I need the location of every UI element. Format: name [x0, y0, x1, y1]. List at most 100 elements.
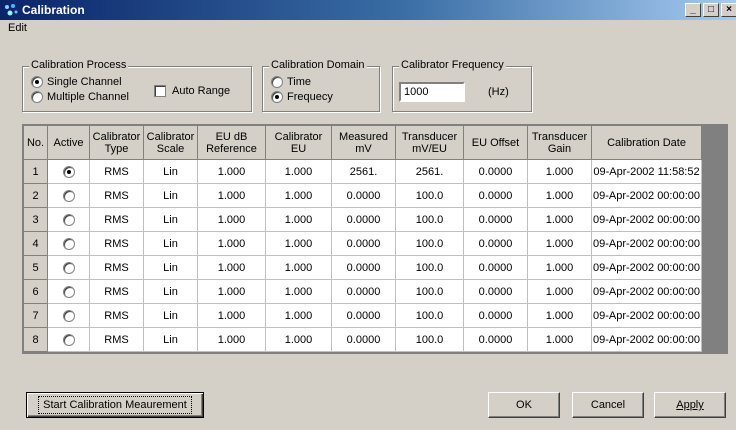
- calibrator-eu-cell[interactable]: 1.000: [265, 159, 332, 184]
- eu-offset-cell[interactable]: 0.0000: [463, 231, 528, 256]
- calibration-date-cell[interactable]: 09-Apr-2002 00:00:00: [591, 207, 702, 232]
- transducer-mv-eu-cell[interactable]: 100.0: [395, 231, 464, 256]
- transducer-mv-eu-cell[interactable]: 100.0: [395, 303, 464, 328]
- transducer-mv-eu-cell[interactable]: 100.0: [395, 279, 464, 304]
- calibration-date-cell[interactable]: 09-Apr-2002 00:00:00: [591, 183, 702, 208]
- active-radio-button[interactable]: [62, 261, 75, 274]
- calibrator-scale-cell[interactable]: Lin: [143, 255, 198, 280]
- transducer-gain-cell[interactable]: 1.000: [527, 183, 592, 208]
- transducer-mv-eu-cell[interactable]: 100.0: [395, 207, 464, 232]
- active-radio[interactable]: [47, 327, 90, 352]
- multiple-channel-option[interactable]: Multiple Channel: [31, 90, 129, 104]
- active-radio-button[interactable]: [62, 333, 75, 346]
- eu-offset-cell[interactable]: 0.0000: [463, 279, 528, 304]
- eu-db-reference-cell[interactable]: 1.000: [197, 279, 266, 304]
- measured-mv-cell[interactable]: 0.0000: [331, 207, 396, 232]
- active-radio-button[interactable]: [62, 237, 75, 250]
- transducer-gain-cell[interactable]: 1.000: [527, 159, 592, 184]
- transducer-gain-cell[interactable]: 1.000: [527, 231, 592, 256]
- active-radio[interactable]: [47, 183, 90, 208]
- eu-offset-cell[interactable]: 0.0000: [463, 255, 528, 280]
- eu-db-reference-cell[interactable]: 1.000: [197, 183, 266, 208]
- measured-mv-cell[interactable]: 0.0000: [331, 303, 396, 328]
- calibration-grid[interactable]: No. Active Calibrator Type Calibrator Scale…: [22, 124, 728, 354]
- calibrator-type-cell[interactable]: RMS: [89, 207, 144, 232]
- table-row[interactable]: 5 RMS Lin 1.000 1.000 0.0000 100.0 0.0000 1.000 0…: [23, 255, 702, 280]
- calibration-date-cell[interactable]: 09-Apr-2002 00:00:00: [591, 255, 702, 280]
- calibrator-eu-cell[interactable]: 1.000: [265, 231, 332, 256]
- eu-db-reference-cell[interactable]: 1.000: [197, 255, 266, 280]
- table-row[interactable]: 2 RMS Lin 1.000 1.000 0.0000 100.0 0.0000 1.000 0…: [23, 183, 702, 208]
- maximize-button[interactable]: □: [703, 3, 719, 17]
- calibrator-type-cell[interactable]: RMS: [89, 231, 144, 256]
- calibration-date-cell[interactable]: 09-Apr-2002 00:00:00: [591, 327, 702, 352]
- active-radio-button[interactable]: [62, 285, 75, 298]
- active-radio[interactable]: [47, 255, 90, 280]
- calibrator-scale-cell[interactable]: Lin: [143, 231, 198, 256]
- active-radio[interactable]: [47, 159, 90, 184]
- measured-mv-cell[interactable]: 0.0000: [331, 279, 396, 304]
- transducer-mv-eu-cell[interactable]: 100.0: [395, 327, 464, 352]
- minimize-button[interactable]: _: [685, 3, 701, 17]
- calibrator-scale-cell[interactable]: Lin: [143, 279, 198, 304]
- transducer-gain-cell[interactable]: 1.000: [527, 255, 592, 280]
- time-radio[interactable]: [271, 76, 283, 88]
- single-channel-radio[interactable]: [31, 76, 43, 88]
- table-row[interactable]: 4 RMS Lin 1.000 1.000 0.0000 100.0 0.0000 1.000 0…: [23, 231, 702, 256]
- calibrator-eu-cell[interactable]: 1.000: [265, 255, 332, 280]
- calibrator-type-cell[interactable]: RMS: [89, 303, 144, 328]
- calibrator-eu-cell[interactable]: 1.000: [265, 303, 332, 328]
- active-radio-button[interactable]: [62, 189, 75, 202]
- transducer-gain-cell[interactable]: 1.000: [527, 279, 592, 304]
- calibrator-eu-cell[interactable]: 1.000: [265, 279, 332, 304]
- calibrator-scale-cell[interactable]: Lin: [143, 303, 198, 328]
- active-radio-button[interactable]: [62, 309, 75, 322]
- transducer-gain-cell[interactable]: 1.000: [527, 207, 592, 232]
- eu-offset-cell[interactable]: 0.0000: [463, 327, 528, 352]
- calibrator-type-cell[interactable]: RMS: [89, 159, 144, 184]
- calibrator-eu-cell[interactable]: 1.000: [265, 327, 332, 352]
- calibrator-scale-cell[interactable]: Lin: [143, 207, 198, 232]
- multiple-channel-radio[interactable]: [31, 91, 43, 103]
- calibrator-scale-cell[interactable]: Lin: [143, 327, 198, 352]
- calibrator-type-cell[interactable]: RMS: [89, 255, 144, 280]
- eu-offset-cell[interactable]: 0.0000: [463, 159, 528, 184]
- active-radio-button[interactable]: [62, 213, 75, 226]
- calibrator-scale-cell[interactable]: Lin: [143, 183, 198, 208]
- transducer-gain-cell[interactable]: 1.000: [527, 303, 592, 328]
- calibration-date-cell[interactable]: 09-Apr-2002 00:00:00: [591, 303, 702, 328]
- measured-mv-cell[interactable]: 0.0000: [331, 231, 396, 256]
- frequency-option[interactable]: Frequecy: [271, 90, 333, 104]
- calibration-date-cell[interactable]: 09-Apr-2002 11:58:52: [591, 159, 702, 184]
- table-row[interactable]: 8 RMS Lin 1.000 1.000 0.0000 100.0 0.0000 1.000 0…: [23, 327, 702, 352]
- frequency-input[interactable]: 1000: [399, 82, 465, 102]
- auto-range-checkbox[interactable]: [154, 85, 166, 97]
- active-radio[interactable]: [47, 279, 90, 304]
- cancel-button[interactable]: Cancel: [572, 392, 644, 418]
- calibrator-eu-cell[interactable]: 1.000: [265, 183, 332, 208]
- eu-offset-cell[interactable]: 0.0000: [463, 303, 528, 328]
- menu-edit[interactable]: Edit: [8, 22, 27, 34]
- calibration-date-cell[interactable]: 09-Apr-2002 00:00:00: [591, 231, 702, 256]
- calibrator-type-cell[interactable]: RMS: [89, 327, 144, 352]
- active-radio[interactable]: [47, 303, 90, 328]
- measured-mv-cell[interactable]: 0.0000: [331, 183, 396, 208]
- close-button[interactable]: ×: [721, 3, 736, 17]
- transducer-mv-eu-cell[interactable]: 100.0: [395, 255, 464, 280]
- table-row[interactable]: 7 RMS Lin 1.000 1.000 0.0000 100.0 0.0000 1.000 0…: [23, 303, 702, 328]
- active-radio-button[interactable]: [62, 165, 75, 178]
- measured-mv-cell[interactable]: 0.0000: [331, 255, 396, 280]
- time-option[interactable]: Time: [271, 75, 311, 89]
- calibrator-type-cell[interactable]: RMS: [89, 183, 144, 208]
- calibrator-eu-cell[interactable]: 1.000: [265, 207, 332, 232]
- eu-db-reference-cell[interactable]: 1.000: [197, 303, 266, 328]
- frequency-radio[interactable]: [271, 91, 283, 103]
- calibrator-type-cell[interactable]: RMS: [89, 279, 144, 304]
- measured-mv-cell[interactable]: 0.0000: [331, 327, 396, 352]
- measured-mv-cell[interactable]: 2561.: [331, 159, 396, 184]
- active-radio[interactable]: [47, 207, 90, 232]
- calibrator-scale-cell[interactable]: Lin: [143, 159, 198, 184]
- eu-offset-cell[interactable]: 0.0000: [463, 207, 528, 232]
- eu-db-reference-cell[interactable]: 1.000: [197, 207, 266, 232]
- start-calibration-button[interactable]: Start Calibration Meaurement: [26, 392, 204, 418]
